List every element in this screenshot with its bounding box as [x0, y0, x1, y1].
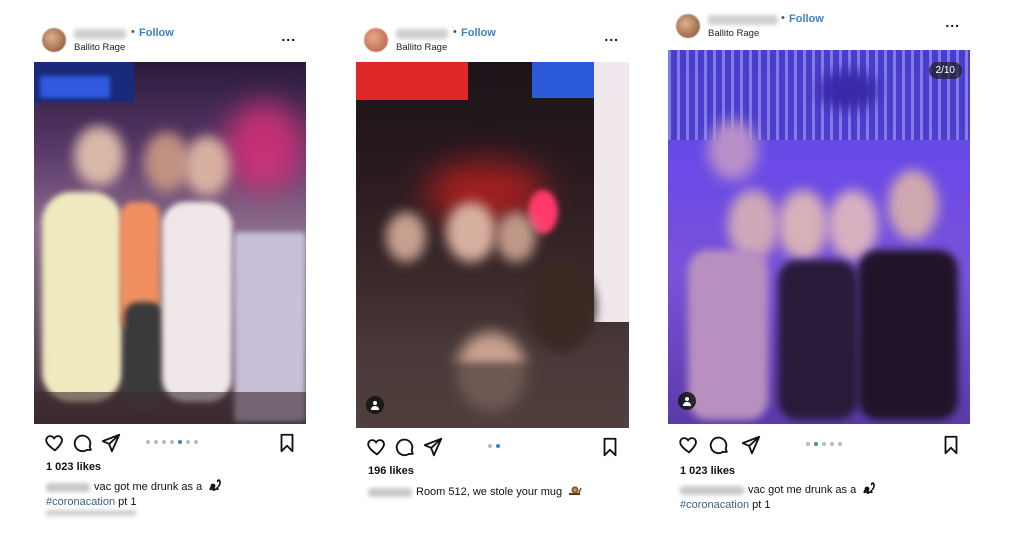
heart-icon[interactable] — [366, 436, 388, 458]
hashtag-link[interactable]: #coronacation — [680, 499, 749, 511]
post-photo[interactable] — [356, 62, 629, 428]
caption: Room 512, we stole your mug — [368, 484, 582, 500]
location-label[interactable]: Ballito Rage — [396, 42, 447, 53]
follow-button[interactable]: Follow — [139, 27, 174, 39]
follow-button[interactable]: Follow — [461, 27, 496, 39]
user-tag-icon[interactable] — [678, 392, 696, 410]
caption-username-blurred[interactable] — [46, 482, 90, 492]
username-blurred[interactable] — [396, 29, 448, 39]
comment-preview-blurred — [46, 510, 136, 516]
heart-icon[interactable] — [44, 432, 66, 454]
caption-suffix: pt 1 — [115, 496, 137, 508]
caption-suffix: pt 1 — [749, 499, 771, 511]
avatar[interactable] — [364, 28, 388, 52]
post-header: • Follow Ballito Rage ... — [668, 10, 970, 50]
comment-icon[interactable] — [708, 434, 730, 456]
share-icon[interactable] — [740, 434, 762, 456]
username-blurred[interactable] — [74, 29, 126, 39]
share-icon[interactable] — [422, 436, 444, 458]
like-count[interactable]: 1 023 likes — [680, 465, 735, 477]
like-count[interactable]: 1 023 likes — [46, 461, 101, 473]
hashtag-link[interactable]: #coronacation — [46, 496, 115, 508]
more-icon[interactable]: ... — [945, 14, 960, 30]
username-blurred[interactable] — [708, 15, 778, 25]
caption-username-blurred[interactable] — [368, 487, 412, 497]
post-photo[interactable] — [34, 62, 306, 424]
scorpion-emoji-icon — [862, 482, 876, 498]
share-icon[interactable] — [100, 432, 122, 454]
location-label[interactable]: Ballito Rage — [708, 28, 759, 39]
action-bar — [356, 436, 629, 462]
carousel-indicator — [146, 440, 198, 444]
caption-username-blurred[interactable] — [680, 485, 744, 495]
location-label[interactable]: Ballito Rage — [74, 42, 125, 53]
bookmark-icon[interactable] — [276, 432, 298, 454]
action-bar — [668, 434, 970, 460]
caption-text: vac got me drunk as a — [94, 480, 203, 493]
post-header: • Follow Ballito Rage ... — [356, 24, 629, 64]
caption-text: vac got me drunk as a — [748, 483, 857, 496]
separator-dot: • — [131, 26, 135, 38]
more-icon[interactable]: ... — [281, 28, 296, 44]
follow-button[interactable]: Follow — [789, 13, 824, 25]
comment-icon[interactable] — [72, 432, 94, 454]
user-tag-icon[interactable] — [366, 396, 384, 414]
avatar[interactable] — [42, 28, 66, 52]
snail-emoji-icon — [568, 484, 582, 500]
separator-dot: • — [453, 26, 457, 38]
caption: vac got me drunk as a #coronacation pt 1 — [680, 482, 876, 512]
comment-icon[interactable] — [394, 436, 416, 458]
caption: vac got me drunk as a #coronacation pt 1 — [46, 479, 222, 509]
more-icon[interactable]: ... — [604, 28, 619, 44]
heart-icon[interactable] — [678, 434, 700, 456]
bookmark-icon[interactable] — [599, 436, 621, 458]
avatar[interactable] — [676, 14, 700, 38]
separator-dot: • — [781, 12, 785, 24]
scorpion-emoji-icon — [208, 479, 222, 495]
post-header: • Follow Ballito Rage ... — [34, 24, 306, 64]
carousel-indicator — [488, 444, 500, 448]
caption-text: Room 512, we stole your mug — [416, 485, 563, 498]
carousel-indicator — [806, 442, 842, 446]
like-count[interactable]: 196 likes — [368, 465, 414, 477]
post-photo[interactable]: 2/10 — [668, 50, 970, 424]
image-counter: 2/10 — [928, 62, 962, 79]
action-bar — [34, 432, 306, 458]
bookmark-icon[interactable] — [940, 434, 962, 456]
